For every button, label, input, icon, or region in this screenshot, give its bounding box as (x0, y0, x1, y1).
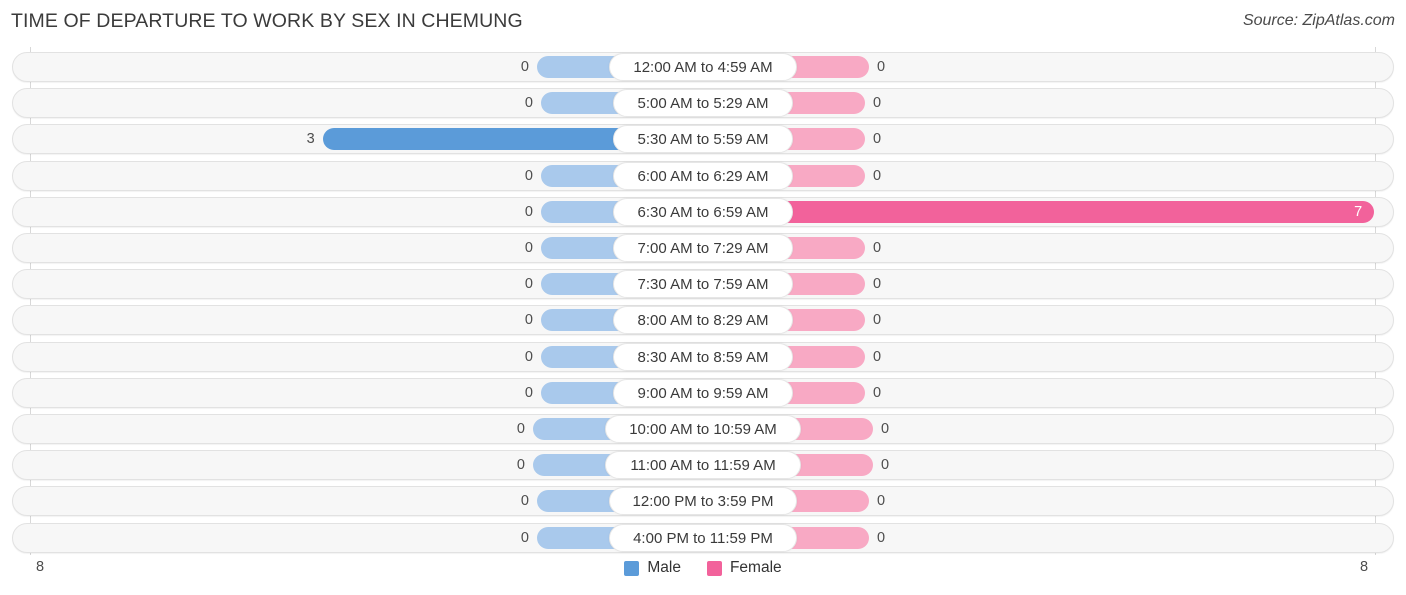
value-label-male: 0 (516, 421, 525, 437)
bar-female[interactable] (791, 526, 869, 549)
value-label-female: 0 (873, 276, 882, 293)
value-label-male: 0 (520, 529, 529, 546)
bar-female[interactable] (787, 200, 1375, 223)
category-label-pill[interactable]: 10:00 AM to 10:59 AM (605, 415, 801, 443)
value-label-female: 0 (873, 95, 882, 112)
bar-female[interactable] (787, 309, 865, 332)
bar-male[interactable] (541, 381, 619, 404)
source-attribution: Source: ZipAtlas.com (1242, 12, 1395, 29)
value-label-male: 0 (524, 348, 533, 365)
chart-plot-area: 0 0 12:00 AM to 4:59 AM 0 0 5:00 AM to 5:29 A… (0, 47, 1406, 555)
table-row[interactable]: 0 0 5:00 AM to 5:29 AM (0, 88, 1406, 118)
table-row[interactable]: 0 0 6:00 AM to 6:29 AM (0, 161, 1406, 191)
bar-male[interactable] (537, 526, 615, 549)
value-label-male: 0 (524, 312, 533, 329)
category-label-pill[interactable]: 8:00 AM to 8:29 AM (613, 306, 793, 335)
value-label-female: 0 (873, 240, 882, 256)
value-label-female: 0 (881, 457, 890, 474)
category-label-pill[interactable]: 5:30 AM to 5:59 AM (613, 125, 793, 154)
table-row[interactable]: 0 0 8:00 AM to 8:29 AM (0, 305, 1406, 335)
table-row[interactable]: 3 0 5:30 AM to 5:59 AM (0, 124, 1406, 154)
legend-label: Female (729, 559, 782, 576)
category-label-pill[interactable]: 11:00 AM to 11:59 AM (605, 451, 801, 480)
category-label-pill[interactable]: 12:00 PM to 3:59 PM (609, 487, 797, 516)
legend-item-female[interactable]: Female (706, 559, 782, 577)
bar-male[interactable] (537, 56, 615, 78)
value-label-female: 0 (877, 493, 886, 510)
bar-female[interactable] (787, 164, 865, 187)
table-row[interactable]: 0 0 7:30 AM to 7:59 AM (0, 269, 1406, 299)
value-label-male: 0 (524, 95, 533, 112)
value-label-male: 0 (524, 276, 533, 293)
chart-page: TIME OF DEPARTURE TO WORK BY SEX IN CHEM… (0, 0, 1406, 595)
bar-female[interactable] (787, 381, 865, 404)
bar-male[interactable] (541, 92, 619, 115)
bar-female[interactable] (787, 273, 865, 296)
category-label-pill[interactable]: 6:00 AM to 6:29 AM (613, 161, 793, 190)
chart-legend: Male Female (0, 559, 1406, 577)
value-label-female: 0 (873, 348, 882, 365)
bar-male[interactable] (533, 418, 611, 440)
legend-item-male[interactable]: Male (624, 559, 681, 577)
value-label-female: 7 (1354, 203, 1363, 220)
category-label-pill[interactable]: 7:30 AM to 7:59 AM (613, 270, 793, 299)
category-label-pill[interactable]: 9:00 AM to 9:59 AM (613, 378, 793, 407)
bar-male[interactable] (541, 273, 619, 296)
value-label-female: 0 (873, 167, 882, 184)
category-label-pill[interactable]: 4:00 PM to 11:59 PM (609, 523, 797, 552)
legend-swatch-icon (706, 560, 722, 576)
bar-male[interactable] (541, 200, 619, 223)
value-label-female: 0 (877, 59, 886, 75)
chart-header: TIME OF DEPARTURE TO WORK BY SEX IN CHEM… (0, 0, 1406, 44)
bar-female[interactable] (787, 345, 865, 368)
category-label-pill[interactable]: 12:00 AM to 4:59 AM (609, 53, 797, 81)
table-row[interactable]: 0 0 10:00 AM to 10:59 AM (0, 414, 1406, 444)
legend-label: Male (647, 559, 681, 576)
value-label-male: 0 (524, 384, 533, 401)
table-row[interactable]: 0 0 12:00 AM to 4:59 AM (0, 52, 1406, 82)
bar-female[interactable] (791, 56, 869, 78)
bar-female[interactable] (787, 92, 865, 115)
table-row[interactable]: 0 0 4:00 PM to 11:59 PM (0, 523, 1406, 553)
bar-female[interactable] (791, 490, 869, 513)
bar-male[interactable] (322, 128, 619, 151)
page-title: TIME OF DEPARTURE TO WORK BY SEX IN CHEM… (11, 10, 523, 32)
table-row[interactable]: 0 0 9:00 AM to 9:59 AM (0, 378, 1406, 408)
value-label-male: 0 (520, 59, 529, 75)
bar-male[interactable] (541, 237, 619, 259)
value-label-male: 0 (524, 203, 533, 220)
value-label-female: 0 (873, 312, 882, 329)
value-label-female: 0 (881, 421, 890, 437)
table-row[interactable]: 0 0 8:30 AM to 8:59 AM (0, 342, 1406, 372)
table-row[interactable]: 0 7 6:30 AM to 6:59 AM (0, 197, 1406, 227)
value-label-male: 3 (306, 131, 315, 148)
value-label-male: 0 (524, 167, 533, 184)
category-label-pill[interactable]: 6:30 AM to 6:59 AM (613, 197, 793, 226)
category-label-pill[interactable]: 8:30 AM to 8:59 AM (613, 342, 793, 371)
value-label-female: 0 (877, 529, 886, 546)
bar-female[interactable] (787, 237, 865, 259)
table-row[interactable]: 0 0 11:00 AM to 11:59 AM (0, 450, 1406, 480)
table-row[interactable]: 0 0 7:00 AM to 7:29 AM (0, 233, 1406, 263)
chart-footer: 8 8 Male Female (0, 555, 1406, 595)
value-label-male: 0 (520, 493, 529, 510)
bar-female[interactable] (795, 418, 873, 440)
legend-swatch-icon (624, 560, 640, 576)
value-label-female: 0 (873, 384, 882, 401)
bar-male[interactable] (537, 490, 615, 513)
bar-female[interactable] (795, 454, 873, 477)
bar-male[interactable] (541, 345, 619, 368)
value-label-female: 0 (873, 131, 882, 148)
bar-male[interactable] (541, 309, 619, 332)
category-label-pill[interactable]: 7:00 AM to 7:29 AM (613, 234, 793, 262)
bar-male[interactable] (541, 164, 619, 187)
value-label-male: 0 (524, 240, 533, 256)
bar-female[interactable] (787, 128, 865, 151)
category-label-pill[interactable]: 5:00 AM to 5:29 AM (613, 89, 793, 118)
table-row[interactable]: 0 0 12:00 PM to 3:59 PM (0, 486, 1406, 516)
bar-male[interactable] (533, 454, 611, 477)
value-label-male: 0 (516, 457, 525, 474)
